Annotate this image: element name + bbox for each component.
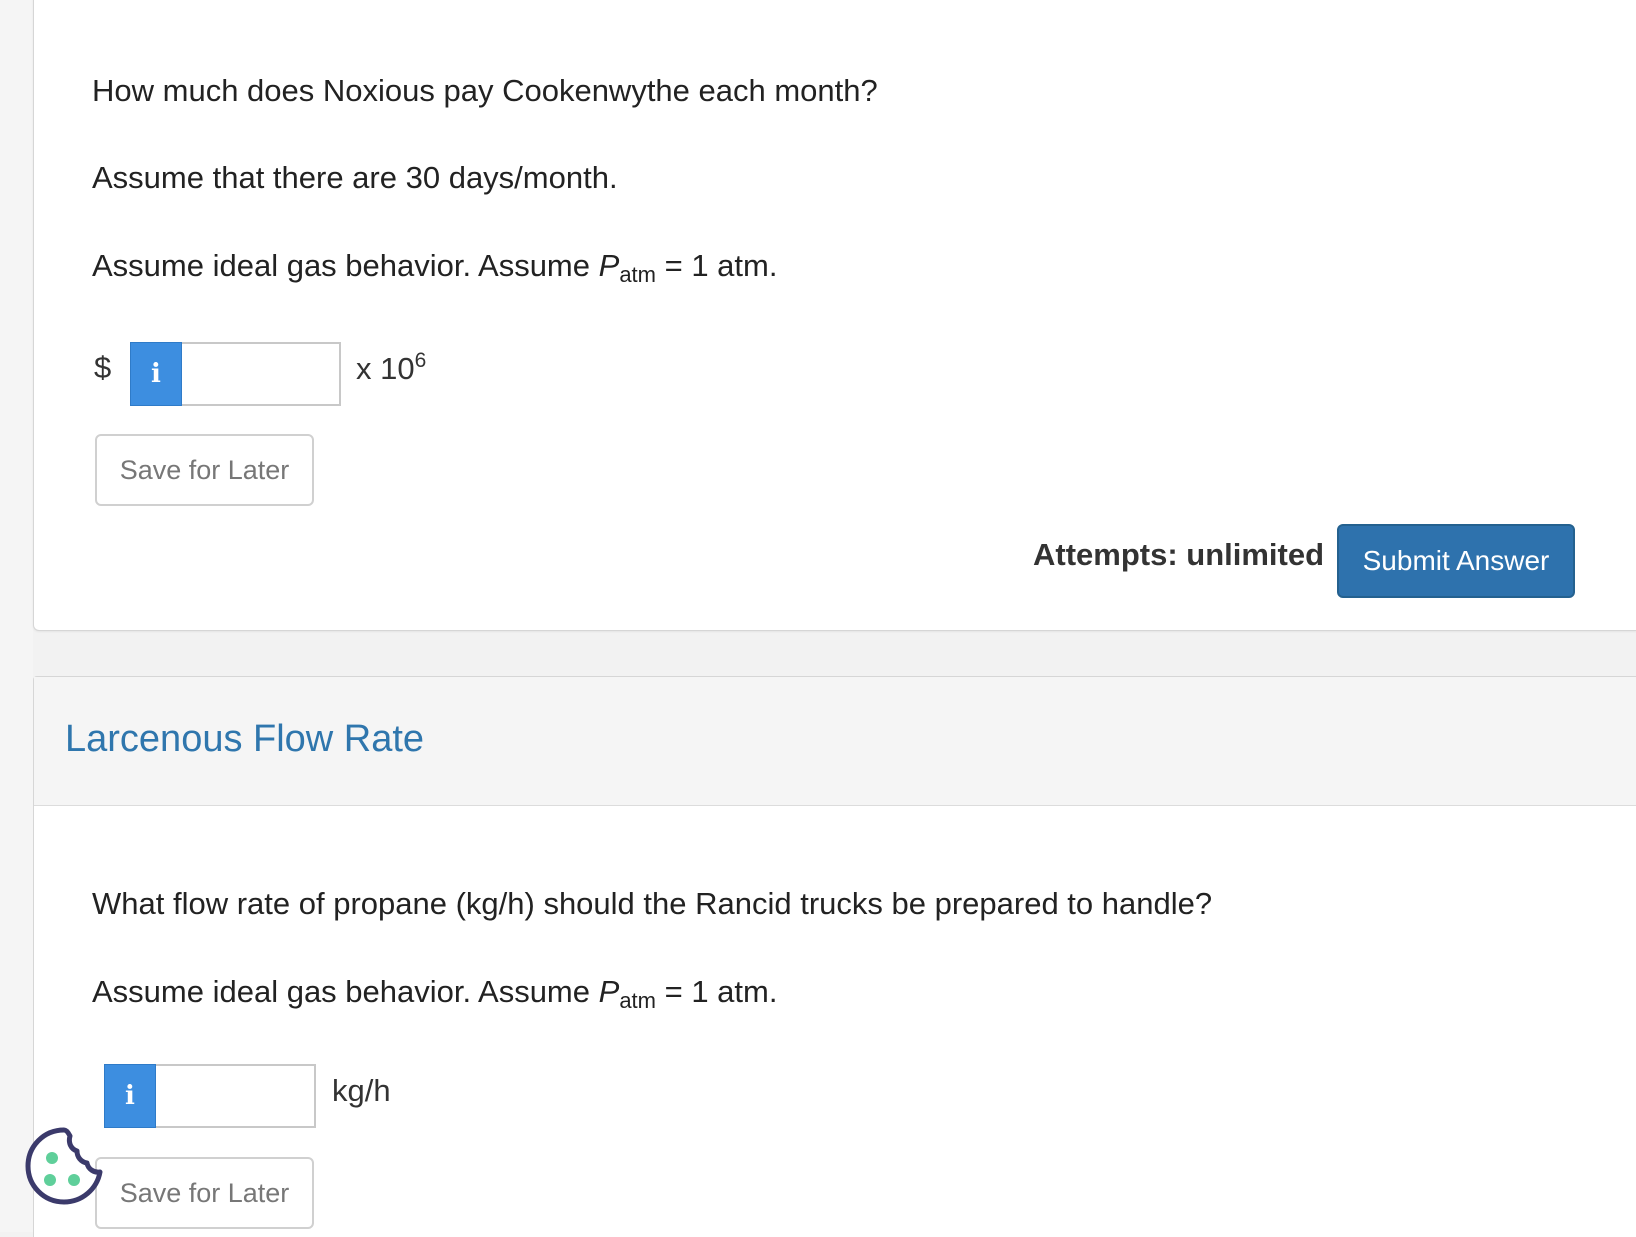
- question-card-flow-rate: Larcenous Flow Rate What flow rate of pr…: [33, 676, 1636, 1237]
- pressure-symbol: P: [598, 248, 620, 283]
- assumption-text: Assume ideal gas behavior. Assume: [92, 248, 599, 283]
- assumption-days: Assume that there are 30 days/month.: [92, 160, 618, 195]
- question-prompt: How much does Noxious pay Cookenwythe ea…: [92, 73, 878, 108]
- cookie-icon[interactable]: [22, 1124, 106, 1208]
- left-gutter: [0, 0, 33, 1232]
- section-title: Larcenous Flow Rate: [65, 718, 425, 760]
- unit-exponent: 6: [414, 349, 427, 372]
- assumption-value: = 1 atm.: [656, 974, 778, 1009]
- unit-label: x 106: [356, 349, 426, 387]
- currency-symbol: $: [94, 350, 112, 385]
- question-prompt: What flow rate of propane (kg/h) should …: [92, 886, 1213, 921]
- assumption-ideal-gas: Assume ideal gas behavior. Assume Patm =…: [92, 974, 777, 1014]
- assumption-ideal-gas: Assume ideal gas behavior. Assume Patm =…: [92, 248, 777, 288]
- info-icon[interactable]: i: [130, 342, 182, 406]
- pressure-subscript: atm: [619, 262, 656, 287]
- question-card-cost: How much does Noxious pay Cookenwythe ea…: [33, 0, 1636, 631]
- assumption-value: = 1 atm.: [656, 248, 778, 283]
- pressure-symbol: P: [598, 974, 620, 1009]
- flow-rate-answer-input[interactable]: [156, 1064, 316, 1128]
- cost-answer-input[interactable]: [182, 342, 341, 406]
- section-header: Larcenous Flow Rate: [34, 677, 1636, 806]
- pressure-subscript: atm: [619, 988, 656, 1013]
- save-for-later-button[interactable]: Save for Later: [95, 1157, 314, 1229]
- unit-base: x 10: [356, 351, 415, 386]
- info-icon[interactable]: i: [104, 1064, 156, 1128]
- unit-label: kg/h: [332, 1073, 391, 1108]
- submit-answer-button[interactable]: Submit Answer: [1337, 524, 1575, 598]
- save-for-later-button[interactable]: Save for Later: [95, 434, 314, 506]
- assumption-text: Assume ideal gas behavior. Assume: [92, 974, 599, 1009]
- attempts-label: Attempts: unlimited: [1033, 537, 1325, 572]
